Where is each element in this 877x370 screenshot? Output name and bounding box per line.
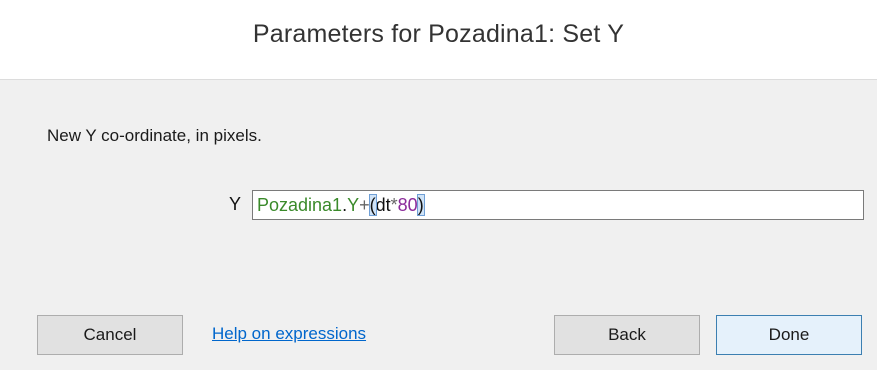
help-on-expressions-link[interactable]: Help on expressions xyxy=(212,324,366,344)
cancel-button[interactable]: Cancel xyxy=(37,315,183,355)
expression-times-token: * xyxy=(390,195,398,215)
done-button[interactable]: Done xyxy=(716,315,862,355)
expression-input[interactable]: Pozadina1.Y+(dt*80) xyxy=(252,190,864,220)
expression-close-paren-token: ) xyxy=(416,194,425,216)
back-button[interactable]: Back xyxy=(554,315,700,355)
expression-number-token: 80 xyxy=(397,195,418,215)
dialog-title-bar: Parameters for Pozadina1: Set Y xyxy=(0,0,877,80)
expression-plus-token: + xyxy=(359,195,370,215)
dialog-title: Parameters for Pozadina1: Set Y xyxy=(252,20,625,48)
dialog-content: New Y co-ordinate, in pixels. Y Pozadina… xyxy=(0,80,877,370)
expression-property-token: Y xyxy=(347,195,360,215)
parameter-description: New Y co-ordinate, in pixels. xyxy=(47,126,262,145)
parameter-label: Y xyxy=(229,194,242,214)
expression-object-token: Pozadina1 xyxy=(257,195,343,215)
expression-system-token: dt xyxy=(375,195,391,215)
